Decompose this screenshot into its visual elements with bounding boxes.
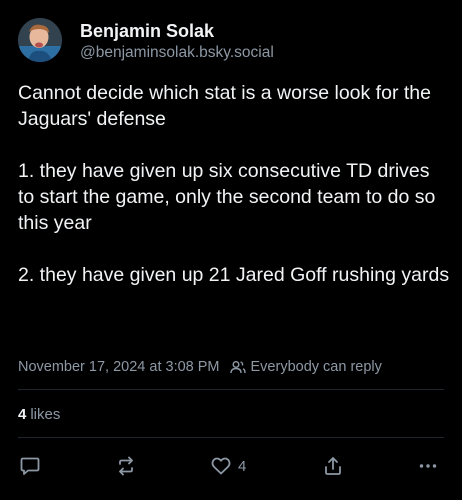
post-timestamp: November 17, 2024 at 3:08 PM <box>18 359 220 375</box>
repost-icon <box>119 456 133 476</box>
divider <box>18 437 444 438</box>
post-text: Cannot decide which stat is a worse look… <box>18 80 450 288</box>
post-paragraph: 2. they have given up 21 Jared Goff rush… <box>18 264 450 286</box>
more-options-button[interactable] <box>417 454 439 478</box>
post-paragraph: 1. they have given up six consecutive TD… <box>18 160 436 234</box>
avatar-image <box>18 18 62 62</box>
likes-count-link[interactable]: 4 likes <box>18 406 60 423</box>
reply-button[interactable] <box>19 454 41 478</box>
avatar[interactable] <box>18 18 62 62</box>
likes-count: 4 <box>18 406 27 423</box>
share-button[interactable] <box>322 454 344 478</box>
repost-button[interactable] <box>115 454 137 478</box>
author-display-name[interactable]: Benjamin Solak <box>80 21 214 42</box>
reply-setting[interactable]: Everybody can reply <box>229 359 382 375</box>
reply-icon <box>20 457 40 475</box>
reply-setting-label: Everybody can reply <box>250 359 382 375</box>
like-button[interactable]: 4 <box>210 454 246 478</box>
share-icon <box>325 457 341 475</box>
like-icon <box>211 457 231 475</box>
likes-label: likes <box>30 406 61 423</box>
people-icon <box>229 361 246 374</box>
divider <box>18 389 444 390</box>
post-paragraph: Cannot decide which stat is a worse look… <box>18 82 431 130</box>
author-handle[interactable]: @benjaminsolak.bsky.social <box>80 44 274 62</box>
more-icon <box>419 464 437 468</box>
post: Benjamin Solak @benjaminsolak.bsky.socia… <box>0 0 462 500</box>
post-meta: November 17, 2024 at 3:08 PM Everybody c… <box>18 359 382 375</box>
like-count: 4 <box>238 457 247 475</box>
